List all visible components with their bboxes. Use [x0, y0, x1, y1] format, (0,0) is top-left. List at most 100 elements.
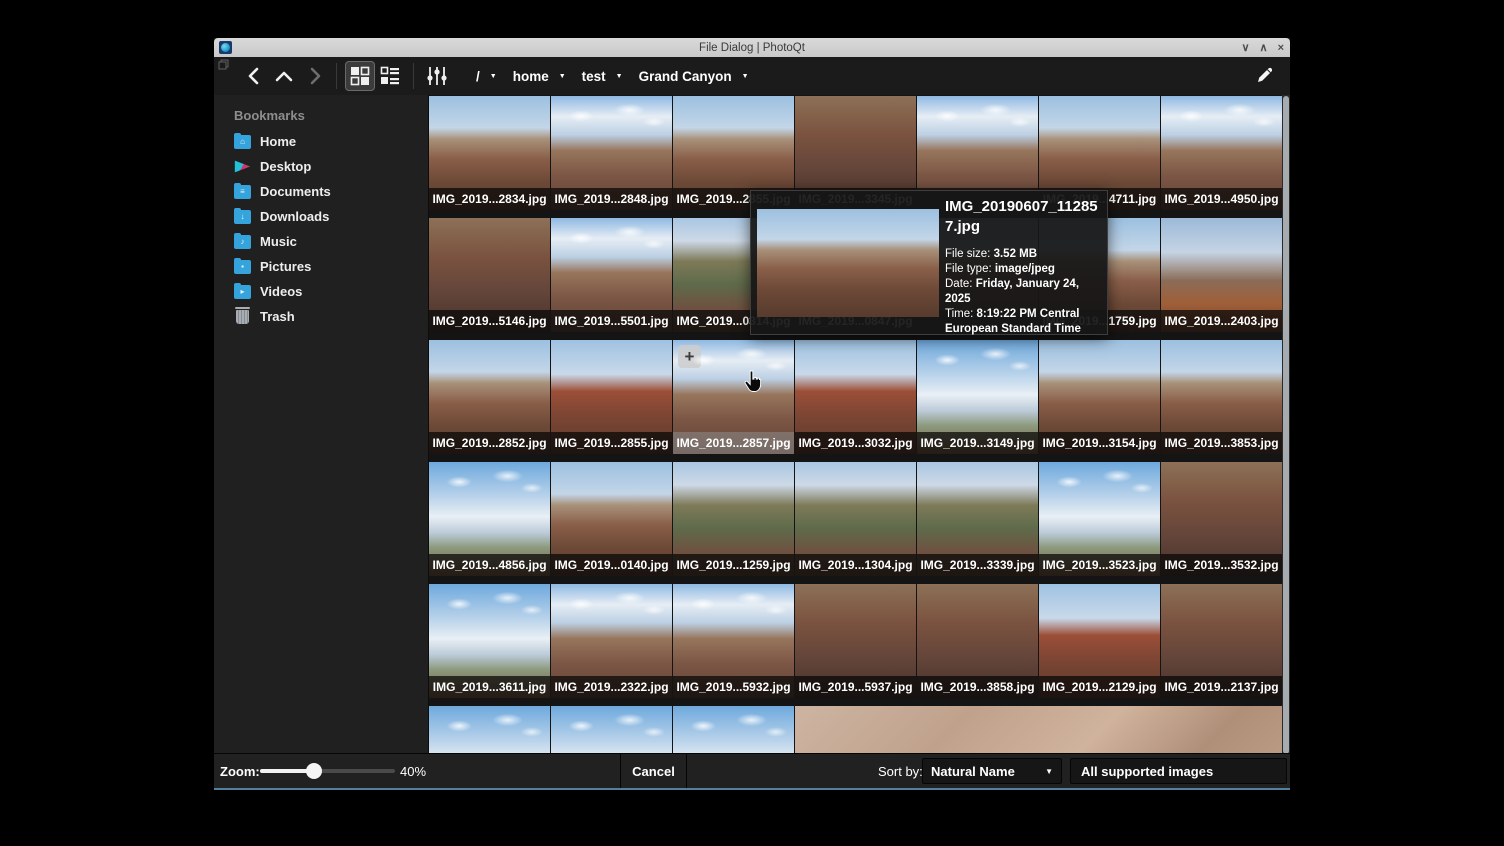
breadcrumb-dropdown-caret[interactable]: ▼ — [612, 73, 633, 80]
file-cell[interactable]: IMG_2019...3853.jpg — [1161, 340, 1282, 454]
file-cell[interactable]: IMG_2019...3149.jpg — [917, 340, 1038, 454]
minimize-button[interactable]: ∨ — [1241, 41, 1249, 54]
file-cell[interactable]: IMG_2019...0140.jpg — [551, 462, 672, 576]
forward-button[interactable] — [302, 63, 328, 89]
file-cell[interactable]: IMG_2019...3858.jpg — [917, 584, 1038, 698]
grid-view-button[interactable] — [345, 61, 375, 91]
breadcrumb-item[interactable]: home — [507, 69, 555, 84]
file-filter-box[interactable]: All supported images — [1070, 758, 1287, 784]
downloads-folder-icon: ↓ — [234, 210, 251, 224]
sidebar-item-label: Desktop — [260, 159, 311, 174]
file-cell[interactable] — [795, 706, 1282, 755]
zoom-slider[interactable] — [260, 769, 395, 773]
file-cell[interactable]: IMG_2019...2834.jpg — [429, 96, 550, 210]
sidebar-item-documents[interactable]: ≡ Documents — [214, 179, 428, 204]
sidebar-item-desktop[interactable]: Desktop — [214, 154, 428, 179]
file-cell[interactable] — [673, 706, 794, 755]
file-cell[interactable] — [429, 706, 550, 755]
breadcrumb-item[interactable]: Grand Canyon — [633, 69, 738, 84]
sort-dropdown[interactable]: Natural Name ▼ — [922, 758, 1062, 784]
file-cell[interactable]: IMG_2019...2129.jpg — [1039, 584, 1160, 698]
file-cell[interactable]: IMG_2019...2855.jpg — [551, 340, 672, 454]
file-cell[interactable]: IMG_2019...4856.jpg — [429, 462, 550, 576]
list-view-button[interactable] — [375, 61, 405, 91]
sidebar-item-music[interactable]: ♪ Music — [214, 229, 428, 254]
breadcrumb-item[interactable]: / — [470, 69, 486, 84]
file-name-label: IMG_2019...3853.jpg — [1161, 432, 1282, 454]
file-cell[interactable]: IMG_2019...4950.jpg — [1161, 96, 1282, 210]
back-button[interactable] — [240, 63, 266, 89]
file-cell[interactable]: IMG_2019...5501.jpg — [551, 218, 672, 332]
vertical-scrollbar[interactable] — [1282, 95, 1290, 755]
file-cell[interactable]: IMG_2019...2852.jpg — [429, 340, 550, 454]
breadcrumb-dropdown-caret[interactable]: ▼ — [555, 73, 576, 80]
file-dialog-window: File Dialog | PhotoQt ∨ ∧ × — [214, 38, 1290, 790]
file-cell[interactable]: IMG_2019...3339.jpg — [917, 462, 1038, 576]
file-cell[interactable]: IMG_2019...2322.jpg — [551, 584, 672, 698]
file-cell[interactable]: IMG_2019...5937.jpg — [795, 584, 916, 698]
edit-path-button[interactable] — [1254, 64, 1276, 86]
sidebar-item-videos[interactable]: ▸Videos — [214, 279, 428, 304]
file-name-label: IMG_2019...3339.jpg — [917, 554, 1038, 576]
titlebar[interactable]: File Dialog | PhotoQt ∨ ∧ × — [214, 38, 1290, 57]
file-cell[interactable]: IMG_2019...3611.jpg — [429, 584, 550, 698]
file-name-label: IMG_2019...2834.jpg — [429, 188, 550, 210]
tooltip-field: File type: image/jpeg — [945, 262, 1105, 277]
file-cell[interactable]: IMG_2019...3532.jpg — [1161, 462, 1282, 576]
breadcrumb-item[interactable]: test — [576, 69, 612, 84]
sidebar-item-label: Trash — [260, 309, 295, 324]
breadcrumb-dropdown-caret[interactable]: ▼ — [738, 73, 759, 80]
sidebar-item-label: Music — [260, 234, 297, 249]
tooltip-field: Time: 8:19:22 PM Central European Standa… — [945, 307, 1105, 337]
file-cell[interactable]: IMG_2019...5932.jpg — [673, 584, 794, 698]
sidebar-item-label: Documents — [260, 184, 331, 199]
sidebar-item-home[interactable]: ⌂Home — [214, 129, 428, 154]
documents-folder-icon: ≡ — [234, 185, 251, 199]
chevron-down-icon: ▼ — [1045, 767, 1053, 776]
file-name-label: IMG_2019...2848.jpg — [551, 188, 672, 210]
settings-sliders-icon[interactable] — [422, 61, 452, 91]
zoom-slider-knob[interactable] — [306, 763, 322, 779]
detach-window-icon[interactable] — [218, 59, 229, 70]
file-cell[interactable] — [551, 706, 672, 755]
videos-folder-icon: ▸ — [234, 285, 251, 299]
scrollbar-thumb[interactable] — [1283, 96, 1289, 754]
sidebar-item-downloads[interactable]: ↓Downloads — [214, 204, 428, 229]
window-title: File Dialog | PhotoQt — [214, 42, 1290, 54]
file-name-label: IMG_2019...2137.jpg — [1161, 676, 1282, 698]
file-cell[interactable]: IMG_2019...3032.jpg — [795, 340, 916, 454]
file-name-label: IMG_2019...5501.jpg — [551, 310, 672, 332]
tooltip-preview-image — [757, 209, 939, 317]
file-name-label: IMG_2019...2322.jpg — [551, 676, 672, 698]
file-cell[interactable]: IMG_2019...2403.jpg — [1161, 218, 1282, 332]
sidebar-item-trash[interactable]: Trash — [214, 304, 428, 329]
add-to-selection-button[interactable]: + — [678, 345, 701, 368]
music-folder-icon: ♪ — [234, 235, 251, 249]
cancel-button[interactable]: Cancel — [620, 754, 687, 788]
file-name-label: IMG_2019...5937.jpg — [795, 676, 916, 698]
file-cell[interactable]: IMG_2019...1259.jpg — [673, 462, 794, 576]
file-cell[interactable]: IMG_2019...5146.jpg — [429, 218, 550, 332]
file-name-label: IMG_2019...3149.jpg — [917, 432, 1038, 454]
file-cell[interactable]: IMG_2019...2848.jpg — [551, 96, 672, 210]
breadcrumb-dropdown-caret[interactable]: ▼ — [486, 73, 507, 80]
file-name-label: IMG_2019...2403.jpg — [1161, 310, 1282, 332]
dialog-body: Bookmarks ⌂HomeDesktop≡Documents↓Downloa… — [214, 95, 1290, 755]
sidebar-item-pictures[interactable]: ▪Pictures — [214, 254, 428, 279]
file-name-label: IMG_2019...2857.jpg — [673, 432, 794, 454]
file-cell[interactable]: IMG_2019...2857.jpg + — [673, 340, 794, 454]
file-cell[interactable]: IMG_2019...1304.jpg — [795, 462, 916, 576]
tooltip-filename: IMG_20190607_112857.jpg — [945, 197, 1105, 238]
file-cell[interactable]: IMG_2019...2137.jpg — [1161, 584, 1282, 698]
close-button[interactable]: × — [1278, 42, 1284, 54]
toolbar-separator — [413, 63, 414, 89]
tooltip-fields: File size: 3.52 MBFile type: image/jpegD… — [945, 247, 1105, 338]
file-cell[interactable]: IMG_2019...3154.jpg — [1039, 340, 1160, 454]
up-button[interactable] — [271, 63, 297, 89]
file-info-tooltip: IMG_20190607_112857.jpg File size: 3.52 … — [750, 190, 1108, 335]
file-cell[interactable]: IMG_2019...3523.jpg — [1039, 462, 1160, 576]
maximize-button[interactable]: ∧ — [1260, 41, 1268, 54]
file-name-label: IMG_2019...2129.jpg — [1039, 676, 1160, 698]
pictures-folder-icon: ▪ — [234, 260, 251, 274]
file-name-label: IMG_2019...4856.jpg — [429, 554, 550, 576]
